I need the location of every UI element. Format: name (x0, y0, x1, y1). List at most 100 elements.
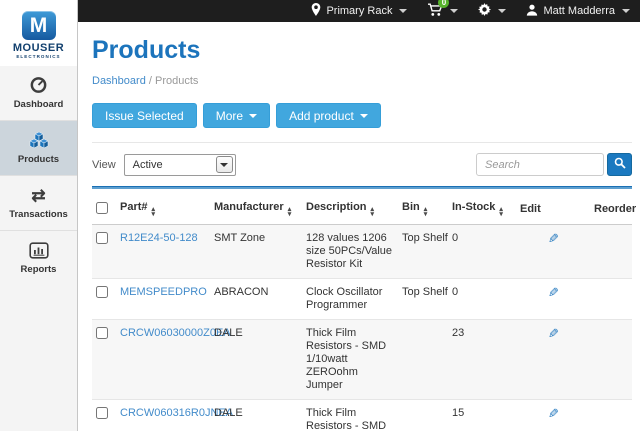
sort-icon: ▴▾ (424, 208, 428, 217)
row-checkbox[interactable] (96, 407, 108, 419)
reorder-cell (590, 320, 632, 400)
column-edit: Edit (516, 197, 590, 225)
sidebar-item-label: Products (2, 154, 75, 165)
description-cell: Thick Film Resistors - SMD 1/10watt ZERO… (302, 320, 398, 400)
filter-bar: View Active (92, 142, 632, 176)
search-input[interactable] (476, 153, 604, 176)
table-row: CRCW06030000Z0EA DALE Thick Film Resisto… (92, 320, 632, 400)
sidebar-item-products[interactable]: Products (0, 120, 77, 175)
reorder-cell (590, 279, 632, 320)
bin-cell: Top Shelf (398, 279, 448, 320)
user-menu[interactable]: Matt Madderra (526, 4, 630, 19)
location-pin-icon (311, 3, 321, 19)
part-link[interactable]: R12E24-50-128 (120, 232, 198, 244)
toolbar: Issue Selected More Add product (92, 103, 632, 128)
sidebar-item-transactions[interactable]: ⇄ Transactions (0, 175, 77, 230)
sidebar-item-label: Reports (2, 264, 75, 275)
sidebar-nav: Dashboard (0, 66, 77, 285)
in-stock-cell: 15 (448, 400, 516, 431)
main-content: Products Dashboard / Products Issue Sele… (78, 0, 640, 431)
sidebar-item-label: Dashboard (2, 99, 75, 110)
select-all-checkbox[interactable] (96, 202, 108, 214)
edit-pencil-icon[interactable]: ✎ (548, 286, 559, 299)
location-label: Primary Rack (326, 5, 392, 17)
column-bin[interactable]: Bin▴▾ (398, 197, 448, 225)
column-in-stock[interactable]: In-Stock▴▾ (448, 197, 516, 225)
chevron-down-icon (216, 156, 233, 173)
sidebar: M MOUSER ELECTRONICS Dashboard (0, 0, 78, 431)
edit-pencil-icon[interactable]: ✎ (548, 407, 559, 420)
breadcrumb-dashboard-link[interactable]: Dashboard (92, 75, 146, 87)
view-select-value: Active (133, 159, 163, 171)
chevron-down-icon (622, 9, 630, 13)
app-window: M MOUSER ELECTRONICS Dashboard (0, 0, 640, 431)
cubes-icon (2, 130, 75, 150)
search-icon (614, 157, 626, 172)
row-checkbox[interactable] (96, 232, 108, 244)
chevron-down-icon (498, 9, 506, 13)
mouser-logo-text: MOUSER (13, 42, 64, 54)
manufacturer-cell: SMT Zone (210, 225, 302, 279)
mouser-logo-subtext: ELECTRONICS (16, 54, 60, 59)
bin-cell (398, 400, 448, 431)
mouser-logo: M MOUSER ELECTRONICS (0, 0, 77, 66)
exchange-arrows-icon: ⇄ (2, 185, 75, 205)
table-row: CRCW060316R0JNEA DALE Thick Film Resisto… (92, 400, 632, 431)
edit-pencil-icon[interactable]: ✎ (548, 232, 559, 245)
sidebar-item-label: Transactions (2, 209, 75, 220)
cart-menu[interactable]: 0 (427, 3, 458, 20)
add-product-button[interactable]: Add product (276, 103, 381, 128)
manufacturer-cell: DALE (210, 320, 302, 400)
row-checkbox[interactable] (96, 327, 108, 339)
edit-pencil-icon[interactable]: ✎ (548, 327, 559, 340)
user-icon (526, 4, 538, 19)
breadcrumb: Dashboard / Products (92, 75, 632, 87)
table-header-row: Part#▴▾ Manufacturer▴▾ Description▴▾ Bin… (92, 197, 632, 225)
description-cell: Clock Oscillator Programmer (302, 279, 398, 320)
in-stock-cell: 0 (448, 279, 516, 320)
sort-icon: ▴▾ (371, 208, 375, 217)
settings-menu[interactable] (478, 3, 506, 19)
chevron-down-icon (450, 9, 458, 13)
cart-icon: 0 (427, 3, 443, 20)
row-checkbox[interactable] (96, 286, 108, 298)
part-link[interactable]: MEMSPEEDPRO (120, 286, 207, 298)
breadcrumb-separator: / (149, 75, 152, 87)
manufacturer-cell: DALE (210, 400, 302, 431)
section-divider (92, 186, 632, 189)
sort-icon: ▴▾ (499, 208, 503, 217)
gear-icon (478, 3, 491, 19)
bar-chart-icon (2, 240, 75, 260)
view-select[interactable]: Active (124, 154, 236, 176)
chevron-down-icon (249, 114, 257, 118)
in-stock-cell: 0 (448, 225, 516, 279)
column-manufacturer[interactable]: Manufacturer▴▾ (210, 197, 302, 225)
issue-selected-button[interactable]: Issue Selected (92, 103, 197, 128)
bin-cell (398, 320, 448, 400)
manufacturer-cell: ABRACON (210, 279, 302, 320)
mouser-logo-mark: M (22, 11, 56, 40)
search-button[interactable] (607, 153, 632, 176)
user-name: Matt Madderra (543, 5, 615, 17)
table-row: MEMSPEEDPRO ABRACON Clock Oscillator Pro… (92, 279, 632, 320)
more-button[interactable]: More (203, 103, 270, 128)
column-description[interactable]: Description▴▾ (302, 197, 398, 225)
products-table: Part#▴▾ Manufacturer▴▾ Description▴▾ Bin… (92, 197, 632, 431)
table-row: R12E24-50-128 SMT Zone 128 values 1206 s… (92, 225, 632, 279)
reorder-cell (590, 225, 632, 279)
bin-cell: Top Shelf (398, 225, 448, 279)
column-part[interactable]: Part#▴▾ (116, 197, 210, 225)
breadcrumb-current: Products (155, 75, 198, 87)
view-label: View (92, 159, 116, 171)
sidebar-item-dashboard[interactable]: Dashboard (0, 66, 77, 120)
column-reorder: Reorder (590, 197, 632, 225)
gauge-icon (2, 75, 75, 95)
sort-icon: ▴▾ (152, 208, 156, 217)
sidebar-item-reports[interactable]: Reports (0, 230, 77, 285)
description-cell: 128 values 1206 size 50PCs/Value Resisto… (302, 225, 398, 279)
sort-icon: ▴▾ (288, 208, 292, 217)
chevron-down-icon (399, 9, 407, 13)
location-menu[interactable]: Primary Rack (311, 3, 407, 19)
page-title: Products (92, 36, 632, 65)
in-stock-cell: 23 (448, 320, 516, 400)
